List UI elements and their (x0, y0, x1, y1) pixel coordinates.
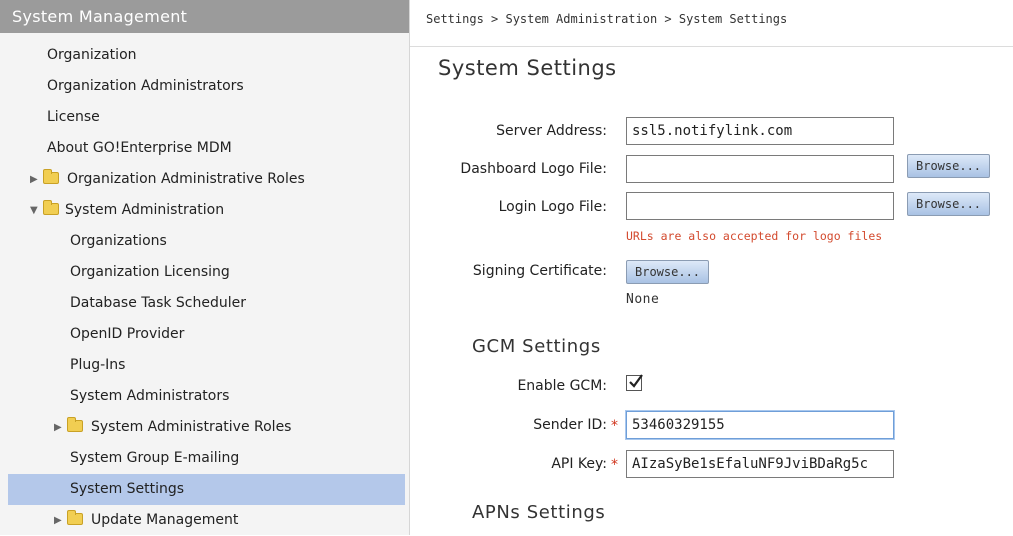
sidebar-item-label: Plug-Ins (70, 357, 126, 373)
folder-open-icon (43, 200, 59, 215)
dashboard-logo-label: Dashboard Logo File: (460, 161, 607, 177)
sidebar-item-organization-administrators[interactable]: Organization Administrators (8, 71, 405, 102)
sidebar-item-label: Organizations (70, 233, 167, 249)
server-address-field[interactable] (626, 117, 894, 145)
sidebar: System Management Organization Organizat… (0, 0, 410, 535)
folder-icon (43, 169, 59, 184)
sidebar-item-organization-administrative-roles[interactable]: ▶ Organization Administrative Roles (8, 164, 405, 195)
sidebar-item-label: License (47, 109, 100, 125)
sidebar-item-label: Organization Administrative Roles (67, 171, 305, 187)
login-logo-field[interactable] (626, 192, 894, 220)
expand-arrow-icon[interactable]: ▶ (54, 412, 62, 443)
sidebar-item-license[interactable]: License (8, 102, 405, 133)
sidebar-item-system-administrators[interactable]: System Administrators (8, 381, 405, 412)
api-key-label: API Key: (551, 456, 607, 472)
sidebar-item-label: OpenID Provider (70, 326, 185, 342)
sidebar-item-plug-ins[interactable]: Plug-Ins (8, 350, 405, 381)
signing-certificate-value: None (626, 292, 660, 307)
expand-arrow-icon[interactable]: ▶ (54, 505, 62, 536)
sender-id-label: Sender ID: (533, 417, 607, 433)
enable-gcm-checkbox[interactable] (626, 374, 643, 391)
sidebar-item-system-group-emailing[interactable]: System Group E-mailing (8, 443, 405, 474)
api-key-field[interactable] (626, 450, 894, 478)
checkmark-icon (629, 374, 643, 388)
signing-certificate-label: Signing Certificate: (472, 263, 607, 279)
sidebar-item-database-task-scheduler[interactable]: Database Task Scheduler (8, 288, 405, 319)
sidebar-item-organizations[interactable]: Organizations (8, 226, 405, 257)
gcm-settings-title: GCM Settings (472, 336, 601, 357)
expand-arrow-icon[interactable]: ▶ (30, 164, 38, 195)
sidebar-item-label: Database Task Scheduler (70, 295, 247, 311)
dashboard-logo-field[interactable] (626, 155, 894, 183)
sidebar-item-label: Update Management (91, 512, 239, 528)
folder-icon (67, 417, 83, 432)
sidebar-item-label: About GO!Enterprise MDM (47, 140, 232, 156)
login-logo-browse-button[interactable]: Browse... (907, 192, 991, 216)
sidebar-item-label: System Administrative Roles (91, 419, 292, 435)
sidebar-item-label: Organization Administrators (47, 78, 244, 94)
breadcrumb: Settings > System Administration > Syste… (426, 12, 788, 26)
sender-id-field[interactable] (626, 411, 894, 439)
sidebar-item-label: Organization (47, 47, 137, 63)
sidebar-item-system-administrative-roles[interactable]: ▶ System Administrative Roles (8, 412, 405, 443)
server-address-label: Server Address: (496, 123, 607, 139)
sidebar-item-label: System Administrators (70, 388, 230, 404)
logo-hint-text: URLs are also accepted for logo files (626, 229, 883, 243)
sidebar-item-label: System Administration (65, 202, 225, 218)
sidebar-item-label: Organization Licensing (70, 264, 230, 280)
sidebar-item-organization[interactable]: Organization (8, 40, 405, 71)
collapse-arrow-icon[interactable]: ▼ (30, 195, 38, 226)
page-title: System Settings (438, 56, 617, 80)
login-logo-label: Login Logo File: (498, 199, 607, 215)
apns-settings-title: APNs Settings (472, 502, 606, 523)
sidebar-item-organization-licensing[interactable]: Organization Licensing (8, 257, 405, 288)
sidebar-item-label: System Settings (70, 481, 185, 497)
sidebar-item-update-management[interactable]: ▶ Update Management (8, 505, 405, 536)
sidebar-item-system-settings[interactable]: System Settings (8, 474, 405, 505)
sidebar-item-label: System Group E-mailing (70, 450, 240, 466)
dashboard-logo-browse-button[interactable]: Browse... (907, 154, 991, 178)
required-asterisk: * (611, 418, 618, 434)
signing-certificate-browse-button[interactable]: Browse... (626, 260, 710, 284)
sidebar-item-about[interactable]: About GO!Enterprise MDM (8, 133, 405, 164)
sidebar-header: System Management (0, 0, 409, 33)
folder-icon (67, 510, 83, 525)
sidebar-item-openid-provider[interactable]: OpenID Provider (8, 319, 405, 350)
enable-gcm-label: Enable GCM: (517, 378, 607, 394)
required-asterisk: * (611, 457, 618, 473)
sidebar-item-system-administration[interactable]: ▼ System Administration (8, 195, 405, 226)
breadcrumb-bar: Settings > System Administration > Syste… (410, 0, 1013, 47)
